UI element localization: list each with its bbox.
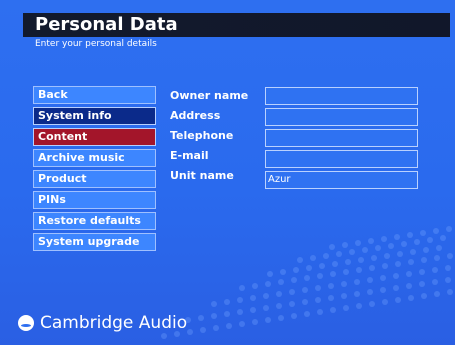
menu-item-product[interactable]: Product [33, 170, 156, 188]
telephone-field[interactable] [265, 129, 418, 147]
telephone-label: Telephone [170, 129, 234, 142]
menu-item-pins[interactable]: PINs [33, 191, 156, 209]
settings-menu: Back System info Content Archive music P… [33, 86, 158, 254]
page-title: Personal Data [35, 14, 178, 35]
title-bar: Personal Data [23, 13, 450, 37]
menu-item-system-info[interactable]: System info [33, 107, 156, 125]
cambridge-audio-logo-icon [18, 315, 34, 331]
brand-name: Cambridge Audio [40, 313, 188, 333]
personal-data-screen: Personal Data Enter your personal detail… [0, 0, 455, 345]
owner-name-field[interactable] [265, 87, 418, 105]
owner-name-label: Owner name [170, 89, 249, 102]
page-subtitle: Enter your personal details [35, 39, 157, 49]
unit-name-label: Unit name [170, 169, 234, 182]
email-field[interactable] [265, 150, 418, 168]
menu-item-back[interactable]: Back [33, 86, 156, 104]
address-label: Address [170, 109, 221, 122]
form-labels: Owner name Address Telephone E-mail Unit… [170, 88, 260, 188]
unit-name-field[interactable]: Azur [265, 171, 418, 189]
email-label: E-mail [170, 149, 209, 162]
menu-item-archive-music[interactable]: Archive music [33, 149, 156, 167]
brand-logo: Cambridge Audio [18, 314, 187, 332]
menu-item-system-upgrade[interactable]: System upgrade [33, 233, 156, 251]
menu-item-content[interactable]: Content [33, 128, 156, 146]
address-field[interactable] [265, 108, 418, 126]
menu-item-restore-defaults[interactable]: Restore defaults [33, 212, 156, 230]
form-inputs: Azur [265, 87, 420, 192]
